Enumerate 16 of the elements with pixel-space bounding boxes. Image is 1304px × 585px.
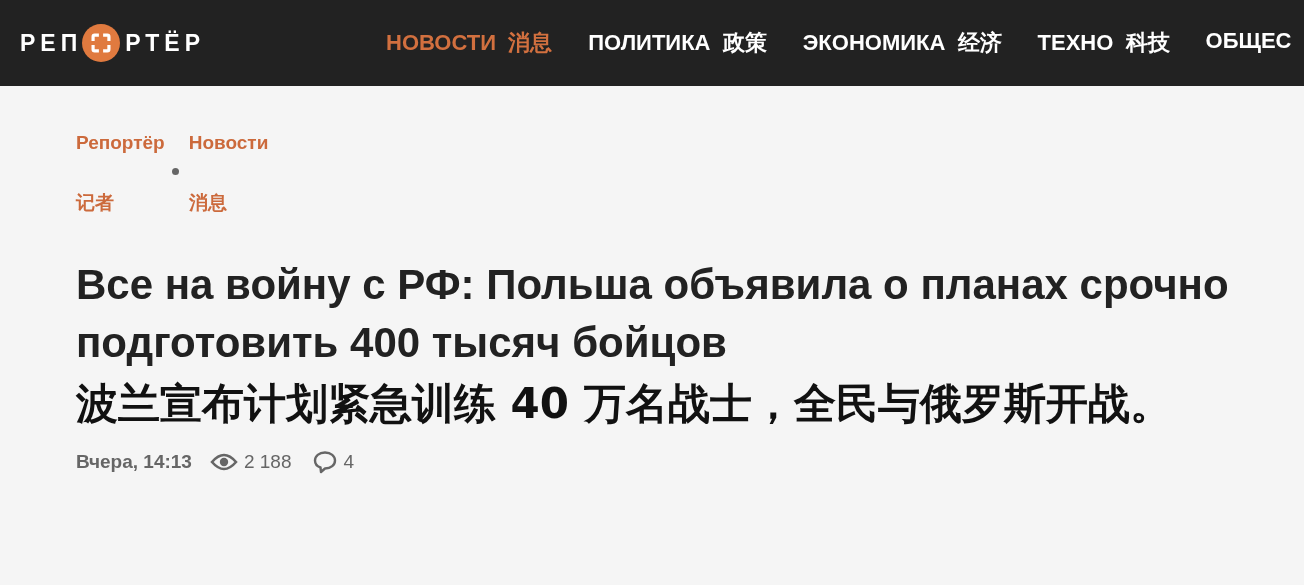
article-title: Все на войну с РФ: Польша объявила о планах срочно подготовить 400 тысяч бойцов bbox=[76, 260, 1230, 368]
article-title-translation: 波兰宣布计划紧急训练 40 万名战士，全民与俄罗斯开战。 bbox=[76, 378, 1173, 430]
publish-date: Вчера, 14:13 bbox=[76, 451, 192, 473]
eye-icon bbox=[209, 452, 238, 472]
comment-count[interactable]: 4 bbox=[343, 451, 355, 473]
view-count: 2 188 bbox=[243, 451, 292, 473]
separator-dot bbox=[171, 168, 179, 175]
nav-link[interactable]: НОВОСТИ 消息 bbox=[386, 28, 553, 58]
nav-link[interactable]: ЭКОНОМИКА 经济 bbox=[802, 28, 1002, 58]
logo-text[interactable]: РТЁР bbox=[125, 29, 206, 57]
nav-link[interactable]: ТЕХНО 科技 bbox=[1037, 28, 1170, 58]
logo-text[interactable]: РЕП bbox=[20, 29, 83, 57]
nav-link[interactable]: ПОЛИТИКА 政策 bbox=[588, 28, 767, 58]
comment-icon bbox=[313, 450, 338, 474]
nav-link[interactable]: ОБЩЕС bbox=[1205, 28, 1292, 58]
logo-icon[interactable] bbox=[82, 24, 121, 62]
